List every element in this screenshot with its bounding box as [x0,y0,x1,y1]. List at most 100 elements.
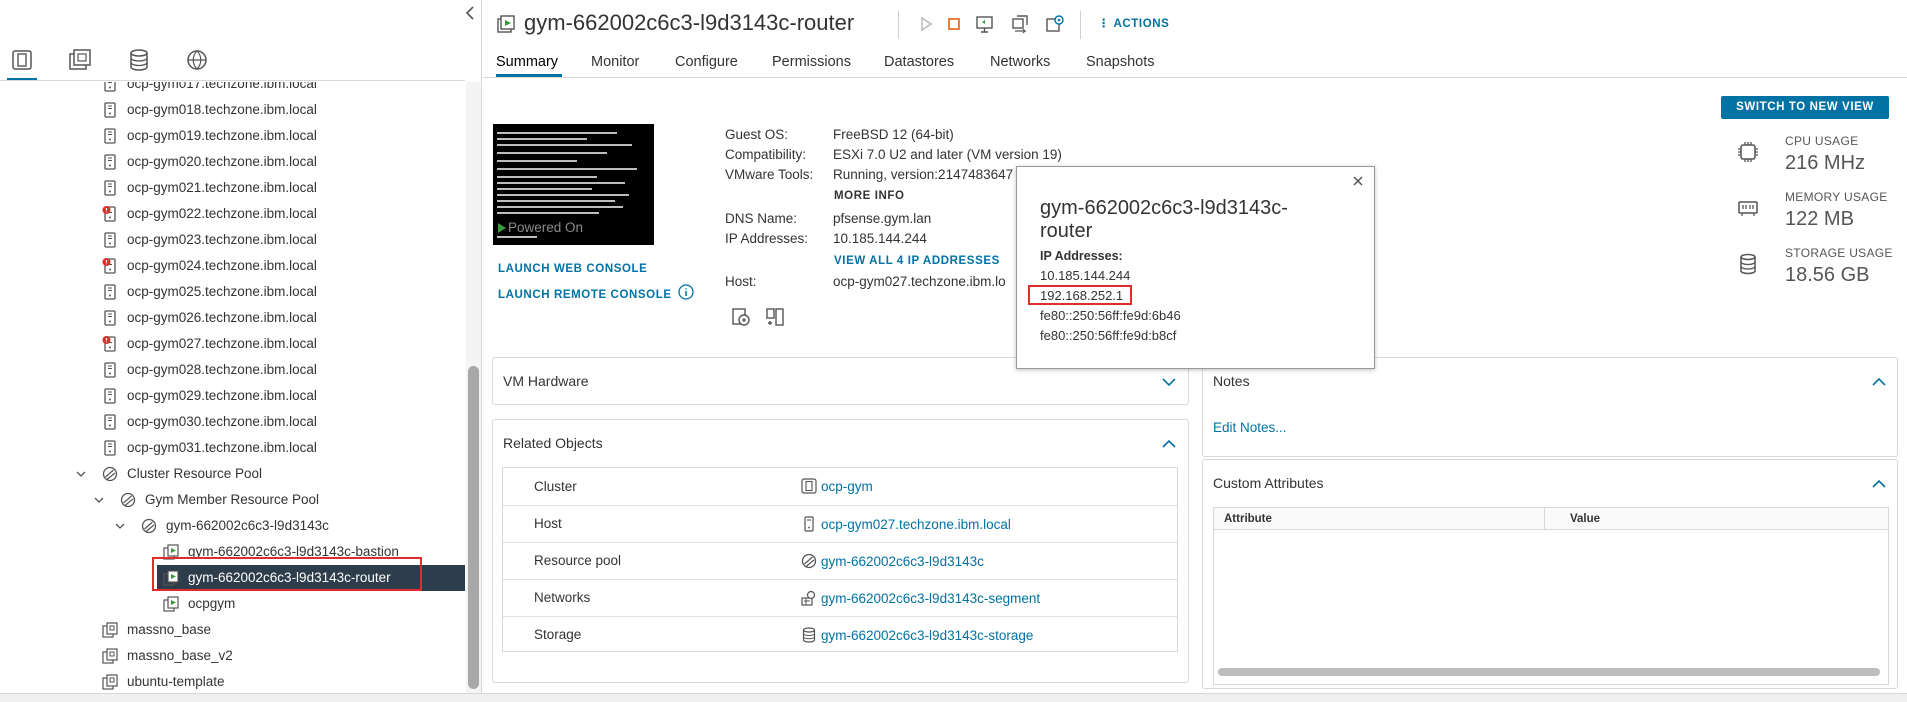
tree-item-label: ocp-gym017.techzone.ibm.local [127,82,317,91]
vm-list-icon[interactable] [764,306,786,328]
migrate-button[interactable] [1009,13,1031,35]
related-object-value[interactable]: ocp-gym [798,468,1177,505]
console-icon [976,16,993,33]
switch-to-new-view-button[interactable]: SWITCH TO NEW VIEW [1721,96,1889,119]
tree-item-label: ocp-gym019.techzone.ibm.local [127,128,317,143]
storage-icon [1736,252,1760,276]
column-header-attribute[interactable]: Attribute [1224,513,1272,525]
related-objects-title: Related Objects [503,435,603,451]
tab-networks[interactable]: Networks [990,54,1050,70]
related-object-value[interactable]: gym-662002c6c3-l9d3143c-segment [798,578,1177,616]
host-value[interactable]: ocp-gym027.techzone.ibm.lo [833,274,1006,289]
tree-item[interactable]: ocp-gym025.techzone.ibm.local [0,279,465,305]
more-info-link[interactable]: MORE INFO [834,190,905,202]
related-object-value[interactable]: ocp-gym027.techzone.ibm.local [798,504,1177,542]
tab-snapshots[interactable]: Snapshots [1086,54,1155,70]
power-off-button[interactable] [943,13,965,35]
tab-permissions[interactable]: Permissions [772,54,851,70]
tree-item[interactable]: ocp-gym023.techzone.ibm.local [0,227,465,253]
table-row: Resource pool gym-662002c6c3-l9d3143c [503,541,1177,579]
tree-item[interactable]: ocp-gym018.techzone.ibm.local [0,97,465,123]
related-object-link[interactable]: gym-662002c6c3-l9d3143c [821,554,984,569]
tree-item[interactable]: ocp-gym026.techzone.ibm.local [0,305,465,331]
vm-icon [102,102,118,118]
host-settings-icon[interactable] [730,306,752,328]
tree-item[interactable]: ubuntu-template [0,669,465,693]
tree-item[interactable]: Gym Member Resource Pool [0,487,465,513]
tree-item[interactable]: ocp-gym028.techzone.ibm.local [0,357,465,383]
column-header-value[interactable]: Value [1570,513,1600,525]
vm-settings-button[interactable] [1044,13,1066,35]
actions-menu-button[interactable]: ⋮ ACTIONS [1098,16,1169,30]
close-popover-button[interactable] [1350,173,1366,189]
storage-usage-label: STORAGE USAGE [1785,246,1893,260]
tree-item[interactable]: ocpgym [0,591,465,617]
info-icon[interactable] [678,284,694,300]
vm-icon [102,128,118,144]
vm-icon [102,180,118,196]
tree-item[interactable]: ocp-gym019.techzone.ibm.local [0,123,465,149]
resource-pool-icon [120,492,136,508]
launch-console-button[interactable] [974,13,996,35]
expand-toggle[interactable] [75,468,87,480]
tree-item[interactable]: ocp-gym030.techzone.ibm.local [0,409,465,435]
tree-item[interactable]: massno_base_v2 [0,643,465,669]
notes-title: Notes [1213,373,1250,389]
tab-monitor[interactable]: Monitor [591,54,639,70]
tree-item[interactable]: ocp-gym024.techzone.ibm.local [0,253,465,279]
tree-item[interactable]: gym-662002c6c3-l9d3143c [0,513,465,539]
tree-item[interactable]: ocp-gym021.techzone.ibm.local [0,175,465,201]
tree-item[interactable]: ocp-gym029.techzone.ibm.local [0,383,465,409]
related-object-link[interactable]: gym-662002c6c3-l9d3143c-segment [821,591,1040,606]
host-icon [801,515,817,532]
tree-scrollbar-thumb[interactable] [468,366,479,689]
dns-name-value: pfsense.gym.lan [833,211,932,226]
resource-pool-icon [102,466,118,482]
view-all-ip-addresses-link[interactable]: VIEW ALL 4 IP ADDRESSES [834,255,1000,267]
toolbar-separator [1080,11,1081,39]
tree-item[interactable]: ocp-gym020.techzone.ibm.local [0,149,465,175]
vertical-ellipsis-icon: ⋮ [1098,18,1111,30]
tree-item[interactable]: Cluster Resource Pool [0,461,465,487]
tab-datastores[interactable]: Datastores [884,54,954,70]
edit-notes-link[interactable]: Edit Notes... [1213,420,1287,435]
tree-item-selected[interactable]: gym-662002c6c3-l9d3143c-router [157,565,465,591]
tree-item[interactable]: ocp-gym022.techzone.ibm.local [0,201,465,227]
table-row: Cluster ocp-gym [503,468,1177,505]
related-object-link[interactable]: ocp-gym [821,479,873,494]
cpu-usage-label: CPU USAGE [1785,134,1859,148]
chevron-down-icon[interactable] [1162,377,1176,387]
divider [483,77,1907,78]
launch-web-console-link[interactable]: LAUNCH WEB CONSOLE [498,263,647,275]
chevron-up-icon[interactable] [1872,377,1886,387]
chevron-up-icon[interactable] [1872,479,1886,489]
tree-item-label: Gym Member Resource Pool [145,492,320,507]
related-object-key: Cluster [534,478,577,494]
related-object-link[interactable]: ocp-gym027.techzone.ibm.local [821,517,1011,532]
related-object-link[interactable]: gym-662002c6c3-l9d3143c-storage [821,628,1033,643]
expand-toggle[interactable] [114,520,126,532]
tab-summary[interactable]: Summary [496,54,558,70]
tab-vms-and-templates[interactable] [67,47,93,73]
tree-item[interactable]: ocp-gym027.techzone.ibm.local [0,331,465,357]
related-object-value[interactable]: gym-662002c6c3-l9d3143c [798,541,1177,579]
chevron-up-icon[interactable] [1162,439,1176,449]
expand-toggle[interactable] [93,494,105,506]
vm-icon [102,310,118,326]
collapse-pane-button[interactable] [460,2,480,24]
tab-storage[interactable] [126,47,152,73]
console-thumbnail[interactable]: Powered On [493,124,654,245]
tree-item[interactable]: massno_base [0,617,465,643]
horizontal-scrollbar[interactable] [1218,668,1880,676]
vm-icon [102,232,118,248]
launch-remote-console-link[interactable]: LAUNCH REMOTE CONSOLE [498,289,672,301]
related-object-value[interactable]: gym-662002c6c3-l9d3143c-storage [798,615,1177,653]
tree-item[interactable]: gym-662002c6c3-l9d3143c-bastion [0,539,465,565]
tree-item-label: ocp-gym031.techzone.ibm.local [127,440,317,455]
tree-item[interactable]: ocp-gym031.techzone.ibm.local [0,435,465,461]
tree-item[interactable]: ocp-gym017.techzone.ibm.local [0,82,465,97]
tab-networking[interactable] [184,47,210,73]
power-on-button[interactable] [915,13,937,35]
tab-configure[interactable]: Configure [675,54,738,70]
tab-hosts-and-clusters[interactable] [9,47,35,73]
